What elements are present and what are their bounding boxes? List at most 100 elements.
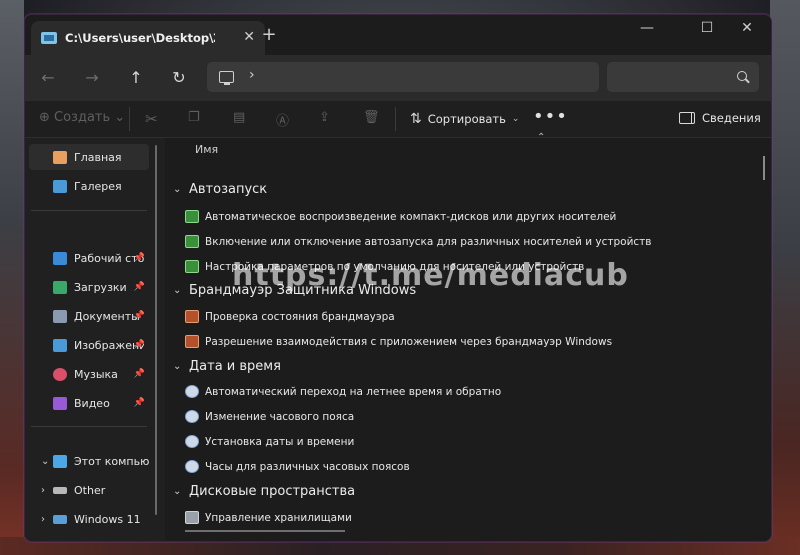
address-chevron-icon[interactable]: › — [249, 67, 255, 83]
group-title: Автозапуск — [189, 182, 268, 197]
search-icon — [737, 71, 747, 81]
list-item[interactable]: Включение или отключение автозапуска для… — [185, 235, 651, 248]
copy-icon[interactable]: ❐ — [188, 110, 200, 125]
chevron-down-icon: ⌄ — [173, 361, 182, 372]
sidebar-item-label: Other — [74, 483, 106, 497]
windows-drive-icon — [53, 514, 67, 524]
up-button[interactable]: ↑ — [125, 68, 147, 87]
title-bar: C:\Users\user\Desktop\Zippo ✕ + — ☐ ✕ — [25, 15, 771, 55]
file-list-scrollbar[interactable] — [763, 156, 765, 180]
chevron-right-icon[interactable]: › — [41, 485, 45, 496]
details-button[interactable]: Сведения — [679, 111, 761, 125]
clock-icon — [185, 410, 199, 423]
firewall-icon — [185, 310, 199, 323]
delete-icon[interactable]: 🗑 — [363, 110, 380, 125]
sidebar-item-desktop[interactable]: Рабочий сто 📌 — [29, 245, 149, 271]
close-tab-icon[interactable]: ✕ — [243, 29, 255, 45]
sidebar-item-downloads[interactable]: Загрузки 📌 — [29, 274, 149, 300]
home-icon — [53, 150, 67, 164]
sidebar-item-video[interactable]: Видео 📌 — [29, 390, 149, 416]
desktop-icon — [53, 251, 67, 265]
close-window-button[interactable]: ✕ — [737, 20, 757, 36]
sort-button[interactable]: ⇅ Сортировать ⌄ — [410, 111, 519, 127]
group-header[interactable]: ⌄ Дата и время — [173, 359, 281, 374]
list-item[interactable]: Разрешение взаимодействия с приложением … — [185, 335, 612, 348]
storage-icon — [185, 511, 199, 524]
toolbar-divider — [395, 107, 396, 131]
sidebar-item-windows-drive[interactable]: › Windows 11 — [29, 506, 149, 532]
list-item[interactable]: Изменение часового пояса — [185, 410, 354, 423]
create-button[interactable]: ⊕ Создать ⌄ — [39, 110, 125, 125]
sort-label: Сортировать — [427, 112, 506, 126]
list-item-label: Автоматическое воспроизведение компакт-д… — [205, 210, 617, 223]
group-title: Дата и время — [189, 359, 281, 374]
sidebar-item-other-drive[interactable]: › Other — [29, 477, 149, 503]
folder-icon — [41, 32, 57, 44]
sidebar-scrollbar[interactable] — [155, 145, 157, 515]
maximize-button[interactable]: ☐ — [697, 20, 717, 36]
new-tab-button[interactable]: + — [261, 24, 277, 45]
clock-icon — [185, 435, 199, 448]
chevron-down-icon: ⌄ — [173, 486, 182, 497]
autoplay-icon — [185, 235, 199, 248]
horizontal-scrollbar[interactable] — [185, 530, 345, 532]
gallery-icon — [53, 179, 67, 193]
group-header[interactable]: ⌄ Дисковые пространства — [173, 484, 355, 499]
list-item-label: Изменение часового пояса — [205, 410, 355, 423]
cut-icon[interactable]: ✂ — [145, 110, 158, 128]
list-item[interactable]: Автоматическое воспроизведение компакт-д… — [185, 210, 616, 223]
column-header-name[interactable]: Имя — [195, 143, 218, 156]
watermark: https://t.me/mediacub — [232, 258, 629, 293]
create-label: Создать — [54, 110, 111, 125]
sidebar-item-gallery[interactable]: Галерея — [29, 173, 149, 199]
paste-icon[interactable]: ▤ — [233, 110, 245, 125]
list-item[interactable]: Автоматический переход на летнее время и… — [185, 385, 501, 398]
video-icon — [53, 396, 67, 410]
tab-zippo[interactable]: C:\Users\user\Desktop\Zippo ✕ — [31, 21, 265, 55]
autoplay-icon — [185, 210, 199, 223]
desktop-wallpaper-right — [770, 0, 800, 555]
music-icon — [53, 367, 67, 381]
chevron-down-icon: ⌄ — [511, 114, 520, 124]
details-label: Сведения — [702, 111, 761, 125]
list-item[interactable]: Проверка состояния брандмауэра — [185, 310, 395, 323]
list-item-label: Управление хранилищами — [205, 511, 352, 524]
share-icon[interactable]: ⇪ — [319, 110, 330, 125]
list-item-label: Разрешение взаимодействия с приложением … — [205, 335, 613, 348]
navigation-bar: ← → ↑ ↻ › — [25, 55, 771, 101]
sidebar-item-music[interactable]: Музыка 📌 — [29, 361, 149, 387]
pin-icon: 📌 — [133, 340, 145, 350]
list-item-label: Проверка состояния брандмауэра — [205, 310, 395, 323]
clock-icon — [185, 460, 199, 473]
chevron-right-icon[interactable]: › — [41, 514, 45, 525]
chevron-down-icon: ⌄ — [173, 285, 182, 296]
forward-button[interactable]: → — [81, 68, 103, 87]
search-box[interactable] — [607, 62, 759, 92]
rename-icon[interactable]: Ⓐ — [276, 110, 289, 129]
pin-icon: 📌 — [133, 369, 145, 379]
group-header[interactable]: ⌄ Автозапуск — [173, 182, 267, 197]
firewall-icon — [185, 335, 199, 348]
address-bar[interactable]: › — [207, 62, 599, 92]
pin-icon: 📌 — [133, 311, 145, 321]
sidebar-item-this-pc[interactable]: ⌄ Этот компьюте — [29, 448, 149, 474]
sidebar-divider — [31, 426, 147, 427]
refresh-button[interactable]: ↻ — [168, 68, 190, 87]
autoplay-icon — [185, 260, 199, 273]
details-pane-icon — [679, 112, 695, 124]
more-options-button[interactable]: ••• — [533, 106, 568, 127]
sidebar-item-home[interactable]: Главная — [29, 144, 149, 170]
command-bar: ⊕ Создать ⌄ ✂ ❐ ▤ Ⓐ ⇪ 🗑 ⇅ Сортировать ⌄ … — [25, 101, 771, 138]
back-button[interactable]: ← — [37, 68, 59, 87]
list-item[interactable]: Установка даты и времени — [185, 435, 354, 448]
sidebar-item-pictures[interactable]: Изображени 📌 — [29, 332, 149, 358]
list-item[interactable]: Управление хранилищами — [185, 511, 352, 524]
minimize-button[interactable]: — — [637, 20, 657, 36]
list-item-label: Автоматический переход на летнее время и… — [205, 385, 502, 398]
sidebar-item-documents[interactable]: Документы 📌 — [29, 303, 149, 329]
list-item[interactable]: Часы для различных часовых поясов — [185, 460, 410, 473]
chevron-down-icon[interactable]: ⌄ — [41, 456, 49, 467]
clock-icon — [185, 385, 199, 398]
list-item-label: Часы для различных часовых поясов — [205, 460, 410, 473]
chevron-down-icon: ⌄ — [173, 184, 182, 195]
